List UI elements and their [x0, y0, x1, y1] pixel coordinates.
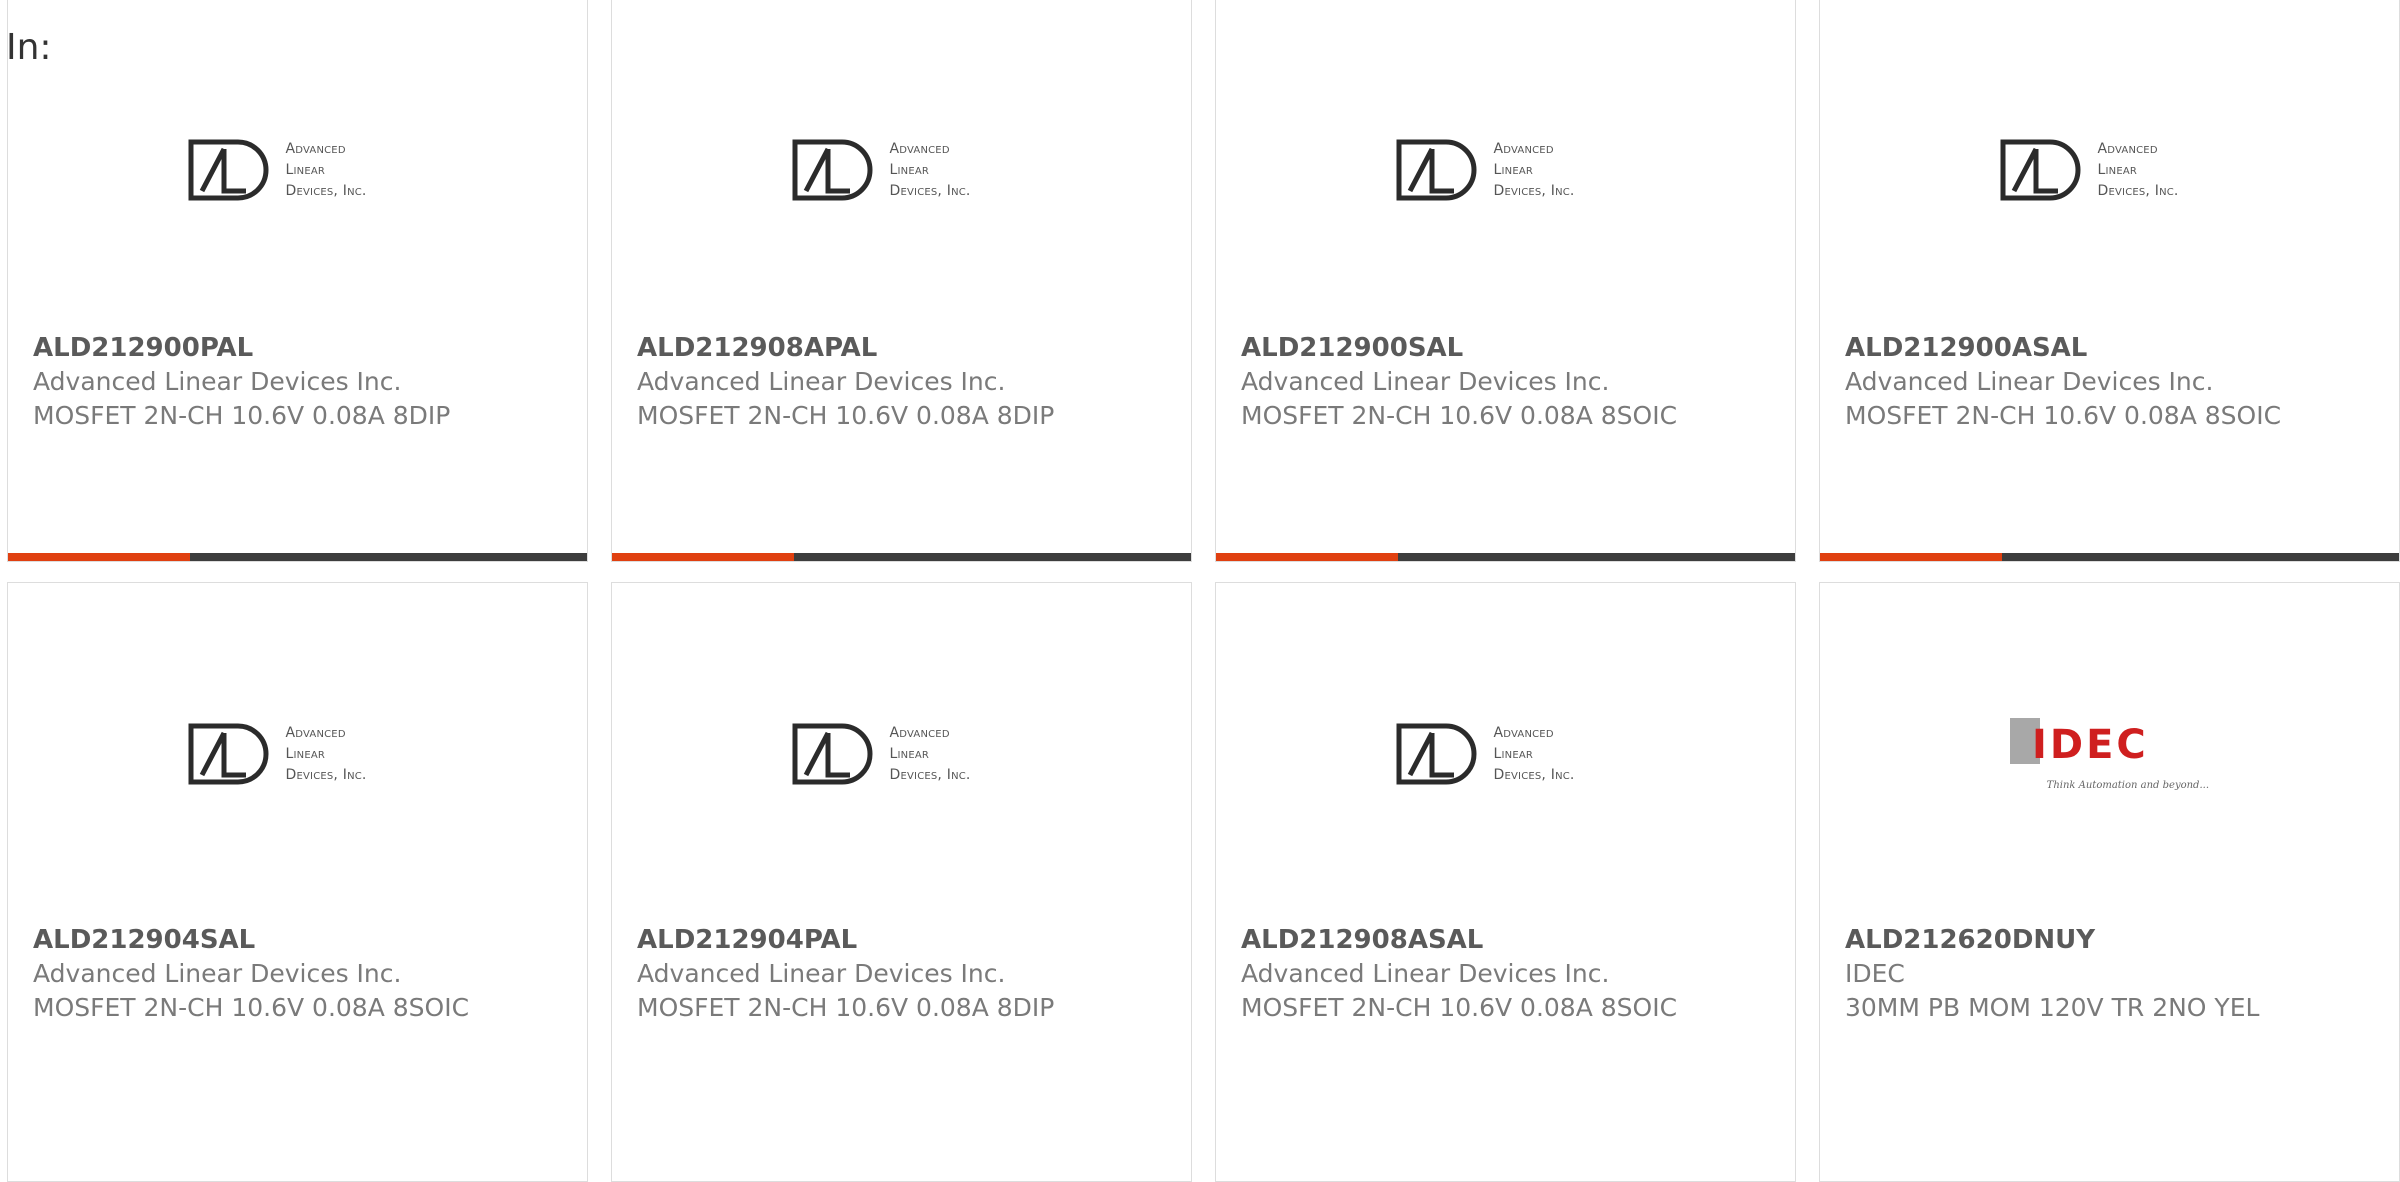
product-card[interactable]: Advanced Linear Devices, Inc. ALD212900S…	[1215, 0, 1796, 562]
product-description: 30MM PB MOM 120V TR 2NO YEL	[1845, 993, 2260, 1022]
ald-mark-icon	[1396, 139, 1476, 201]
ald-mark-icon	[1396, 723, 1476, 785]
ald-mark-icon	[188, 139, 268, 201]
ald-mark-icon	[188, 723, 268, 785]
ald-logo-line3: Devices, Inc.	[2097, 182, 2179, 199]
part-number-link[interactable]: ALD212900PAL	[33, 331, 567, 365]
product-description: MOSFET 2N-CH 10.6V 0.08A 8SOIC	[33, 993, 470, 1022]
ald-logo-line3: Devices, Inc.	[1493, 182, 1575, 199]
product-card[interactable]: Advanced Linear Devices, Inc. ALD212908A…	[611, 0, 1192, 562]
ald-mark-icon	[2000, 139, 2080, 201]
ald-logo: Advanced Linear Devices, Inc.	[792, 721, 1012, 787]
product-image[interactable]: Advanced Linear Devices, Inc.	[612, 95, 1191, 245]
ald-logo-line1: Advanced	[2097, 140, 2158, 157]
ald-logo-line2: Linear	[1493, 161, 1534, 178]
card-accent-bar	[1820, 553, 2002, 561]
product-card[interactable]: Advanced Linear Devices, Inc. ALD212904S…	[7, 582, 588, 1182]
product-card[interactable]: IDEC Think Automation and beyond... ALD2…	[1819, 582, 2400, 1182]
ald-logo: Advanced Linear Devices, Inc.	[792, 137, 1012, 203]
card-accent-bar	[1216, 553, 1398, 561]
product-description: MOSFET 2N-CH 10.6V 0.08A 8DIP	[637, 993, 1055, 1022]
card-accent-bar	[8, 553, 190, 561]
product-description: MOSFET 2N-CH 10.6V 0.08A 8SOIC	[1241, 993, 1678, 1022]
part-number-link[interactable]: ALD212900SAL	[1241, 331, 1775, 365]
ald-logo-line3: Devices, Inc.	[889, 182, 971, 199]
product-description: MOSFET 2N-CH 10.6V 0.08A 8SOIC	[1241, 401, 1678, 430]
ald-logo-line2: Linear	[1493, 745, 1534, 762]
card-accent-bar	[612, 553, 794, 561]
card-bottom-bar	[612, 553, 1191, 561]
product-image[interactable]: Advanced Linear Devices, Inc.	[1216, 679, 1795, 829]
ald-logo: Advanced Linear Devices, Inc.	[1396, 137, 1616, 203]
manufacturer-name: Advanced Linear Devices Inc.	[637, 367, 1006, 396]
part-number-link[interactable]: ALD212904SAL	[33, 923, 567, 957]
manufacturer-name: IDEC	[1845, 959, 1905, 988]
product-image[interactable]: Advanced Linear Devices, Inc.	[612, 679, 1191, 829]
product-card[interactable]: Advanced Linear Devices, Inc. ALD212900P…	[7, 0, 588, 562]
ald-logo-line2: Linear	[889, 745, 930, 762]
ald-logo: Advanced Linear Devices, Inc.	[188, 721, 408, 787]
ald-logo: Advanced Linear Devices, Inc.	[1396, 721, 1616, 787]
ald-logo-line2: Linear	[889, 161, 930, 178]
part-number-link[interactable]: ALD212904PAL	[637, 923, 1171, 957]
card-bottom-bar	[1820, 553, 2399, 561]
ald-logo-line3: Devices, Inc.	[1493, 766, 1575, 783]
ald-logo-line1: Advanced	[889, 140, 950, 157]
part-number-link[interactable]: ALD212620DNUY	[1845, 923, 2379, 957]
ald-logo-line1: Advanced	[889, 724, 950, 741]
product-image[interactable]: Advanced Linear Devices, Inc.	[8, 679, 587, 829]
ald-logo-line3: Devices, Inc.	[285, 766, 367, 783]
ald-mark-icon	[792, 139, 872, 201]
product-image[interactable]: IDEC Think Automation and beyond...	[1820, 679, 2399, 829]
manufacturer-name: Advanced Linear Devices Inc.	[1845, 367, 2214, 396]
idec-logo: IDEC Think Automation and beyond...	[2009, 718, 2209, 791]
manufacturer-name: Advanced Linear Devices Inc.	[1241, 959, 1610, 988]
manufacturer-name: Advanced Linear Devices Inc.	[33, 367, 402, 396]
card-bottom-bar	[1216, 553, 1795, 561]
part-number-link[interactable]: ALD212900ASAL	[1845, 331, 2379, 365]
ald-logo-line1: Advanced	[1493, 140, 1554, 157]
product-grid: Advanced Linear Devices, Inc. ALD212900P…	[0, 0, 2400, 1182]
ald-logo-line1: Advanced	[1493, 724, 1554, 741]
part-number-link[interactable]: ALD212908APAL	[637, 331, 1171, 365]
ald-mark-icon	[792, 723, 872, 785]
product-description: MOSFET 2N-CH 10.6V 0.08A 8DIP	[637, 401, 1055, 430]
product-image[interactable]: Advanced Linear Devices, Inc.	[8, 95, 587, 245]
manufacturer-name: Advanced Linear Devices Inc.	[33, 959, 402, 988]
ald-logo-line3: Devices, Inc.	[285, 182, 367, 199]
ald-logo-line3: Devices, Inc.	[889, 766, 971, 783]
product-description: MOSFET 2N-CH 10.6V 0.08A 8SOIC	[1845, 401, 2282, 430]
manufacturer-name: Advanced Linear Devices Inc.	[637, 959, 1006, 988]
product-card[interactable]: Advanced Linear Devices, Inc. ALD212904P…	[611, 582, 1192, 1182]
ald-logo-line2: Linear	[2097, 161, 2138, 178]
idec-logo-tagline: Think Automation and beyond...	[2046, 780, 2208, 791]
ald-logo-line1: Advanced	[285, 140, 346, 157]
manufacturer-name: Advanced Linear Devices Inc.	[1241, 367, 1610, 396]
product-image[interactable]: Advanced Linear Devices, Inc.	[1820, 95, 2399, 245]
product-card[interactable]: Advanced Linear Devices, Inc. ALD212900A…	[1819, 0, 2400, 562]
idec-logo-text: IDEC	[2032, 722, 2149, 768]
product-card[interactable]: Advanced Linear Devices, Inc. ALD212908A…	[1215, 582, 1796, 1182]
product-description: MOSFET 2N-CH 10.6V 0.08A 8DIP	[33, 401, 451, 430]
part-number-link[interactable]: ALD212908ASAL	[1241, 923, 1775, 957]
ald-logo-line2: Linear	[285, 745, 326, 762]
ald-logo-line2: Linear	[285, 161, 326, 178]
ald-logo: Advanced Linear Devices, Inc.	[2000, 137, 2220, 203]
ald-logo-line1: Advanced	[285, 724, 346, 741]
ald-logo: Advanced Linear Devices, Inc.	[188, 137, 408, 203]
product-image[interactable]: Advanced Linear Devices, Inc.	[1216, 95, 1795, 245]
card-bottom-bar	[8, 553, 587, 561]
filter-label: In:	[6, 27, 52, 68]
